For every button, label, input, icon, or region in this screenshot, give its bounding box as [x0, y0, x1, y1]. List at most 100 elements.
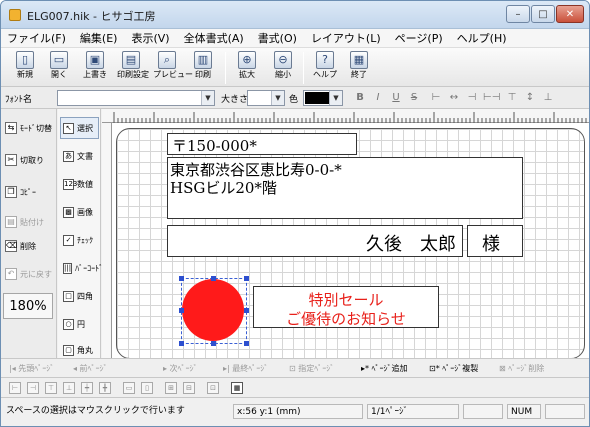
distribute-vertical-button[interactable]: ⊟ — [183, 382, 195, 394]
resize-handle[interactable] — [244, 341, 249, 346]
align-top-edges-button[interactable]: ⊤ — [45, 382, 57, 394]
chevron-down-icon[interactable]: ▼ — [201, 91, 214, 105]
zoom-in-button[interactable]: ⊕ 拡大 — [233, 50, 261, 86]
menu-layout[interactable]: レイアウト(L) — [311, 30, 381, 46]
address-line-2: HSGビル20*階 — [170, 179, 277, 197]
minimize-button[interactable]: – — [506, 5, 530, 23]
menu-edit[interactable]: 編集(E) — [80, 30, 118, 46]
paste-button[interactable]: ▤ 貼付け — [3, 211, 55, 233]
center-vertical-button[interactable]: ╋ — [99, 382, 111, 394]
exit-button[interactable]: ▦ 終了 — [345, 50, 373, 86]
underline-button[interactable]: U — [389, 91, 403, 105]
go-to-page-button[interactable]: ⊡ 指定ﾍﾟｰｼﾞ — [289, 363, 334, 374]
resize-handle[interactable] — [179, 308, 184, 313]
group-button[interactable]: ⊡ — [207, 382, 219, 394]
align-left-button[interactable]: ⊢ — [429, 91, 443, 105]
open-button[interactable]: ▭ 開く — [45, 50, 73, 86]
honorific-field[interactable]: 様 — [467, 225, 523, 257]
delete-page-button[interactable]: ⊠ ﾍﾟｰｼﾞ削除 — [499, 363, 544, 374]
valign-bottom-button[interactable]: ⊥ — [541, 91, 555, 105]
postal-code-field[interactable]: 〒150-000* — [167, 133, 357, 155]
chevron-down-icon[interactable]: ▼ — [271, 91, 284, 105]
tool-select-label: 選択 — [77, 123, 93, 133]
barcode-icon: ||| — [63, 262, 73, 274]
next-page-button[interactable]: ▸ 次ﾍﾟｰｼﾞ — [163, 363, 198, 374]
menu-format[interactable]: 書式(O) — [258, 30, 297, 46]
help-button[interactable]: ? ヘルプ — [311, 50, 339, 86]
tool-barcode[interactable]: ||| ﾊﾞｰｺｰﾄﾞ — [60, 257, 103, 279]
align-right-edges-button[interactable]: ⊣ — [27, 382, 39, 394]
zoom-out-button[interactable]: ⊖ 縮小 — [269, 50, 297, 86]
distribute-horizontal-button[interactable]: ⊞ — [165, 382, 177, 394]
number-icon: 123 — [63, 178, 78, 190]
menu-view[interactable]: 表示(V) — [131, 30, 169, 46]
color-select[interactable]: ▼ — [303, 90, 343, 106]
layout-canvas[interactable]: 〒150-000* 東京都渋谷区恵比寿0-0-* HSGビル20*階 久後 太郎… — [102, 109, 589, 359]
print-setup-button[interactable]: ▤ 印刷設定 — [117, 50, 149, 86]
align-left-edges-button[interactable]: ⊢ — [9, 382, 21, 394]
resize-handle[interactable] — [179, 276, 184, 281]
close-button[interactable]: ✕ — [556, 5, 584, 23]
tool-number[interactable]: 123 数値 — [60, 173, 99, 195]
mode-switch-button[interactable]: ⇆ ﾓｰﾄﾞ切替 — [3, 117, 55, 139]
resize-handle[interactable] — [211, 341, 216, 346]
first-page-button[interactable]: |◂ 先頭ﾍﾟｰｼﾞ — [9, 363, 54, 374]
valign-top-button[interactable]: ⊤ — [505, 91, 519, 105]
tool-circle-label: 円 — [77, 319, 85, 329]
center-horizontal-button[interactable]: ┿ — [81, 382, 93, 394]
copy-button[interactable]: ❐ ｺﾋﾟｰ — [3, 181, 55, 203]
vertical-ruler — [102, 123, 112, 358]
object-tools-panel: ↖ 選択 あ文書 123 数値 ▩ 画像 ✓ ﾁｪｯｸ ||| ﾊﾞｰｺｰﾄﾞ □ 四角 ○… — [58, 109, 103, 358]
preview-button[interactable]: ⌕ プレビュー — [153, 50, 193, 86]
bold-button[interactable]: B — [353, 91, 367, 105]
tool-image[interactable]: ▩ 画像 — [60, 201, 99, 223]
tool-rectangle[interactable]: □ 四角 — [60, 285, 99, 307]
grid-toggle-button[interactable]: ▦ — [231, 382, 243, 394]
menu-page[interactable]: ページ(P) — [395, 30, 443, 46]
tool-select[interactable]: ↖ 選択 — [60, 117, 99, 139]
add-page-button[interactable]: ▸* ﾍﾟｰｼﾞ追加 — [361, 363, 408, 374]
undo-button[interactable]: ↶ 元に戻す — [3, 263, 55, 285]
align-justify-button[interactable]: ⊢⊣ — [483, 91, 500, 105]
align-bottom-edges-button[interactable]: ⊥ — [63, 382, 75, 394]
print-button[interactable]: ▥ 印刷 — [189, 50, 217, 86]
chevron-down-icon[interactable]: ▼ — [329, 91, 342, 105]
valign-middle-button[interactable]: ↕ — [523, 91, 537, 105]
address-field[interactable]: 東京都渋谷区恵比寿0-0-* HSGビル20*階 — [167, 157, 523, 219]
align-right-button[interactable]: ⊣ — [465, 91, 479, 105]
align-center-button[interactable]: ↔ — [447, 91, 461, 105]
postcard-layout[interactable]: 〒150-000* 東京都渋谷区恵比寿0-0-* HSGビル20*階 久後 太郎… — [116, 128, 585, 359]
recipient-name-field[interactable]: 久後 太郎 — [167, 225, 463, 257]
duplicate-page-button[interactable]: ⊡* ﾍﾟｰｼﾞ複製 — [429, 363, 478, 374]
tool-circle[interactable]: ○ 円 — [60, 313, 99, 335]
resize-handle[interactable] — [179, 341, 184, 346]
last-page-button[interactable]: ▸| 最終ﾍﾟｰｼﾞ — [223, 363, 268, 374]
zoom-level[interactable]: 180% — [3, 293, 53, 319]
exit-icon: ▦ — [350, 51, 368, 69]
maximize-button[interactable]: □ — [531, 5, 555, 23]
strikethrough-button[interactable]: S — [407, 91, 421, 105]
tool-text[interactable]: あ文書 — [60, 145, 99, 167]
resize-handle[interactable] — [211, 276, 216, 281]
same-height-button[interactable]: ▯ — [141, 382, 153, 394]
italic-button[interactable]: I — [371, 91, 385, 105]
tool-image-label: 画像 — [77, 207, 93, 217]
promo-text-field[interactable]: 特別セール ご優待のお知らせ — [253, 286, 439, 328]
same-width-button[interactable]: ▭ — [123, 382, 135, 394]
check-icon: ✓ — [63, 234, 74, 246]
menu-global-format[interactable]: 全体書式(A) — [184, 30, 244, 46]
title-bar[interactable]: ELG007.hik - ヒサゴ工房 – □ ✕ — [1, 1, 589, 29]
menu-help[interactable]: ヘルプ(H) — [457, 30, 507, 46]
toolbar-separator — [303, 52, 304, 84]
font-size-select[interactable]: ▼ — [247, 90, 285, 106]
overwrite-save-button[interactable]: ▣ 上書き — [81, 50, 109, 86]
resize-handle[interactable] — [244, 308, 249, 313]
previous-page-button[interactable]: ◂ 前ﾍﾟｰｼﾞ — [73, 363, 108, 374]
delete-button[interactable]: ⌫ 削除 — [3, 235, 55, 257]
font-name-select[interactable]: ▼ — [57, 90, 215, 106]
new-button[interactable]: ▯ 新規 — [11, 50, 39, 86]
resize-handle[interactable] — [244, 276, 249, 281]
tool-check[interactable]: ✓ ﾁｪｯｸ — [60, 229, 99, 251]
cut-button[interactable]: ✂ 切取り — [3, 149, 55, 171]
menu-file[interactable]: ファイル(F) — [7, 30, 66, 46]
